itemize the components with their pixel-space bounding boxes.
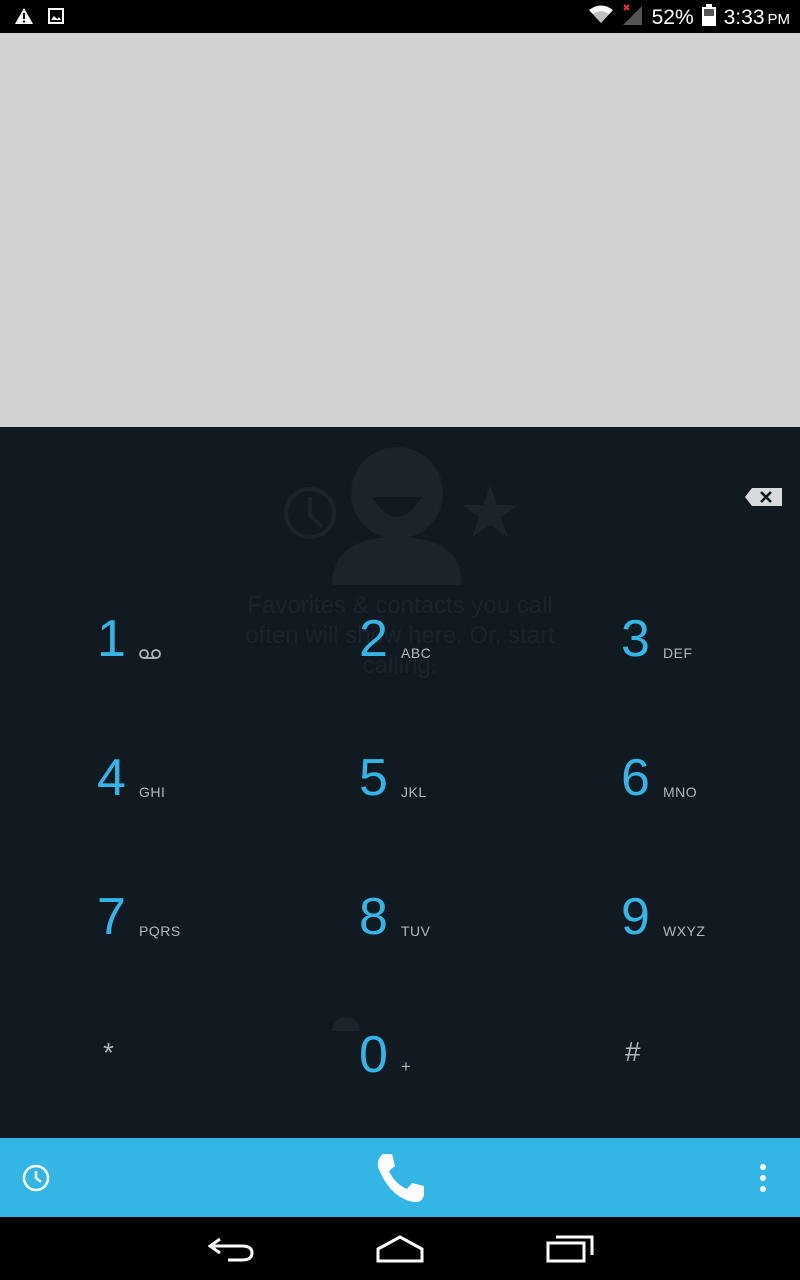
key-digit: 0 xyxy=(359,1026,388,1084)
more-vertical-icon xyxy=(760,1164,766,1192)
key-letters: PQRS xyxy=(139,923,181,939)
home-icon xyxy=(376,1235,424,1263)
dial-key-5[interactable]: 5 JKL xyxy=(359,752,559,822)
recent-apps-icon xyxy=(546,1235,594,1263)
dial-key-3[interactable]: 3 DEF xyxy=(621,613,800,683)
status-right: 52% 3:33 PM xyxy=(588,4,790,31)
backspace-button[interactable] xyxy=(744,487,784,507)
dialer-action-bar xyxy=(0,1138,800,1217)
phone-icon xyxy=(377,1154,424,1203)
dial-key-pound[interactable]: # xyxy=(625,1036,800,1106)
dial-key-8[interactable]: 8 TUV xyxy=(359,891,559,961)
warning-icon xyxy=(14,7,34,30)
key-digit: 4 xyxy=(97,749,126,807)
recent-apps-button[interactable] xyxy=(546,1231,594,1270)
key-letters: ABC xyxy=(401,645,432,661)
key-digit: 5 xyxy=(359,749,388,807)
call-button[interactable] xyxy=(372,1150,428,1211)
dial-key-star[interactable]: * xyxy=(103,1037,303,1107)
time-text: 3:33 xyxy=(723,5,765,29)
dial-key-7[interactable]: 7 PQRS xyxy=(97,891,297,961)
image-icon xyxy=(48,8,64,29)
home-button[interactable] xyxy=(376,1231,424,1270)
key-letters: WXYZ xyxy=(663,923,706,939)
dial-key-0[interactable]: 0 + xyxy=(359,1029,559,1099)
navigation-bar xyxy=(0,1217,800,1280)
call-history-button[interactable] xyxy=(21,1163,51,1198)
backspace-icon xyxy=(745,488,782,506)
key-letters: TUV xyxy=(401,923,431,939)
person-illustration-icon xyxy=(351,447,443,539)
key-digit: # xyxy=(625,1036,641,1067)
dialpad-area: Favorites & contacts you call often will… xyxy=(0,427,800,1138)
key-digit: 9 xyxy=(621,888,650,946)
dial-key-1[interactable]: 1 xyxy=(97,613,297,683)
key-digit: 3 xyxy=(621,610,650,668)
key-digit: * xyxy=(103,1037,114,1068)
key-letters: MNO xyxy=(663,784,698,800)
signal-icon xyxy=(622,4,644,31)
back-button[interactable] xyxy=(207,1231,256,1270)
dial-key-4[interactable]: 4 GHI xyxy=(97,752,297,822)
dial-key-2[interactable]: 2 ABC xyxy=(359,613,559,683)
back-icon xyxy=(207,1237,254,1262)
key-digit: 6 xyxy=(621,749,650,807)
key-digit: 1 xyxy=(97,610,126,668)
battery-icon xyxy=(701,4,716,31)
dial-key-9[interactable]: 9 WXYZ xyxy=(621,891,800,961)
status-left xyxy=(14,7,64,30)
overflow-menu-button[interactable] xyxy=(752,1162,774,1194)
key-letters: DEF xyxy=(663,645,693,661)
key-letters: GHI xyxy=(139,784,166,800)
people-illustration-icon xyxy=(332,1017,360,1031)
favorites-illustration-icon xyxy=(462,485,518,537)
key-digit: 8 xyxy=(359,888,388,946)
key-digit: 7 xyxy=(97,888,126,946)
dial-key-6[interactable]: 6 MNO xyxy=(621,752,800,822)
status-bar: 52% 3:33 PM xyxy=(0,0,800,33)
wifi-icon xyxy=(588,5,614,30)
voicemail-icon xyxy=(139,647,161,665)
digits-area[interactable] xyxy=(0,33,800,427)
key-letters: JKL xyxy=(401,784,427,800)
clock: 3:33 PM xyxy=(724,6,790,30)
key-letters: + xyxy=(401,1057,412,1076)
key-digit: 2 xyxy=(359,610,388,668)
ampm-text: PM xyxy=(767,10,791,28)
history-icon xyxy=(22,1164,50,1192)
battery-percent: 52% xyxy=(651,5,694,29)
